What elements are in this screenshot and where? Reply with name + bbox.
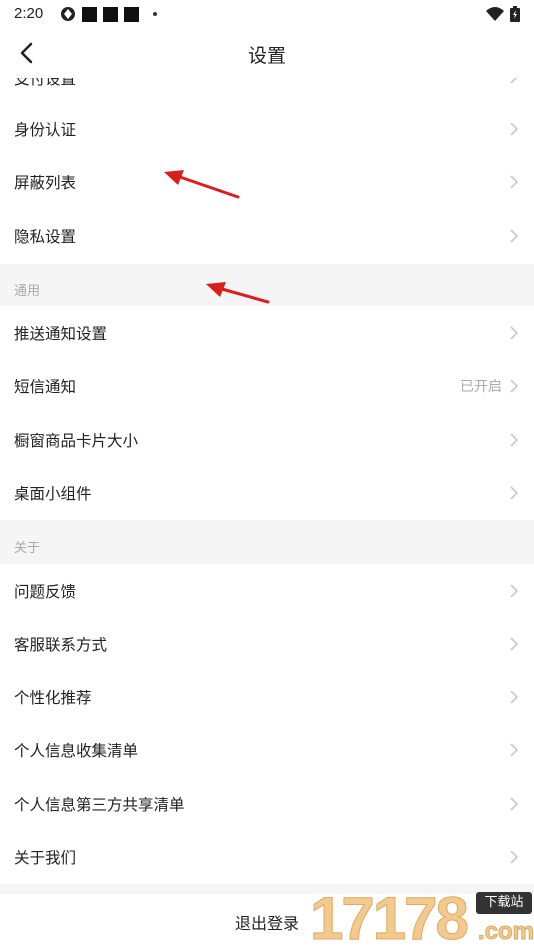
chevron-right-icon: [510, 690, 518, 704]
notification-icon: [103, 6, 118, 22]
item-label: 关于我们: [14, 849, 77, 867]
chevron-right-icon: [510, 175, 518, 189]
item-label: 桌面小组件: [14, 485, 92, 503]
chevron-right-icon: [510, 637, 518, 651]
status-system-icons: [486, 6, 520, 22]
chevron-right-icon: [510, 584, 518, 598]
item-label: 个人信息收集清单: [14, 742, 139, 760]
status-notification-icons: [60, 6, 157, 22]
watermark-number: 17178: [310, 885, 470, 952]
section-label: 通用: [14, 284, 41, 299]
chevron-right-icon: [510, 78, 518, 84]
chevron-right-icon: [510, 850, 518, 864]
page-title: 设置: [247, 45, 286, 67]
item-label: 推送通知设置: [14, 325, 108, 343]
settings-item-partial[interactable]: 支付设置: [0, 78, 534, 100]
settings-item-card-size[interactable]: 橱窗商品卡片大小: [0, 413, 534, 466]
settings-item-personalized-recommendation[interactable]: 个性化推荐: [0, 670, 534, 723]
section-header-general: 通用: [0, 264, 534, 306]
item-label: 问题反馈: [14, 583, 77, 601]
app-icon: [61, 7, 75, 21]
status-time: 2:20: [14, 5, 44, 22]
settings-item-about-us[interactable]: 关于我们: [0, 830, 534, 883]
chevron-right-icon: [510, 433, 518, 447]
settings-item-info-collection-list[interactable]: 个人信息收集清单: [0, 723, 534, 776]
item-label: 个人信息第三方共享清单: [14, 796, 185, 814]
chevron-right-icon: [510, 743, 518, 757]
section-header-about: 关于: [0, 520, 534, 564]
item-label: 身份认证: [14, 121, 77, 139]
watermark-badge: 下载站: [476, 892, 532, 914]
item-label: 隐私设置: [14, 228, 77, 246]
item-label: 个性化推荐: [14, 689, 92, 707]
item-label: 橱窗商品卡片大小: [14, 432, 139, 450]
battery-icon: [510, 6, 520, 22]
settings-item-widgets[interactable]: 桌面小组件: [0, 466, 534, 519]
more-notifications-dot: [153, 12, 157, 16]
settings-item-feedback[interactable]: 问题反馈: [0, 564, 534, 617]
chevron-right-icon: [510, 122, 518, 136]
settings-item-third-party-sharing-list[interactable]: 个人信息第三方共享清单: [0, 777, 534, 830]
settings-item-customer-service[interactable]: 客服联系方式: [0, 617, 534, 670]
chevron-right-icon: [510, 486, 518, 500]
watermark-logo: 17178 下载站 .com: [308, 885, 534, 952]
watermark-domain: .com: [477, 918, 534, 946]
settings-item-sms-notifications[interactable]: 短信通知 已开启: [0, 359, 534, 412]
status-bar: 2:20: [0, 0, 534, 28]
nav-bar: 设置: [0, 28, 534, 78]
notification-icon: [124, 6, 139, 22]
settings-item-identity[interactable]: 身份认证: [0, 102, 534, 155]
settings-item-block-list[interactable]: 屏蔽列表: [0, 155, 534, 208]
chevron-right-icon: [510, 229, 518, 243]
item-label: 客服联系方式: [14, 636, 108, 654]
chevron-right-icon: [510, 326, 518, 340]
settings-item-push-notifications[interactable]: 推送通知设置: [0, 306, 534, 359]
wifi-icon: [486, 7, 504, 21]
item-label: 短信通知: [14, 378, 77, 396]
item-label: 支付设置: [14, 78, 77, 88]
item-label: 屏蔽列表: [14, 174, 77, 192]
chevron-right-icon: [510, 379, 518, 393]
section-label: 关于: [14, 541, 41, 556]
sms-status-value: 已开启: [460, 379, 502, 395]
notification-icon: [82, 6, 97, 22]
settings-item-privacy[interactable]: 隐私设置: [0, 209, 534, 262]
chevron-right-icon: [510, 797, 518, 811]
